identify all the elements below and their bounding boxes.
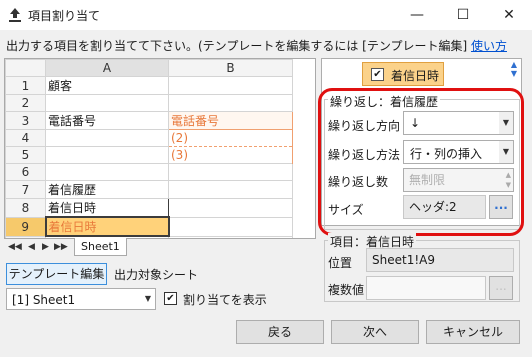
grid-cell[interactable]: 着信履歴: [45, 180, 169, 199]
grid-cell[interactable]: [45, 129, 169, 147]
cancel-button[interactable]: キャンセル: [426, 320, 520, 344]
first-sheet-icon[interactable]: ◀◀: [8, 242, 22, 252]
column-header-b[interactable]: B: [168, 59, 293, 77]
multi-value-button[interactable]: ...: [489, 276, 513, 300]
show-assign-checkbox[interactable]: ✔: [164, 292, 177, 305]
sheet-tabs-bar: ◀◀ ◀ ▶ ▶▶ Sheet1: [4, 238, 316, 258]
grid-corner[interactable]: [5, 59, 46, 77]
item-chip-checkbox[interactable]: ✔: [371, 68, 384, 81]
output-sheet-label: 出力対象シート: [114, 268, 199, 282]
sheet-select-value: [1] Sheet1: [12, 293, 76, 307]
row-header[interactable]: 1: [5, 76, 46, 95]
template-edit-button[interactable]: テンプレート編集: [6, 263, 107, 285]
chevron-down-icon: ▼: [144, 294, 152, 303]
row-header[interactable]: 5: [5, 146, 46, 164]
multi-value-field[interactable]: [366, 276, 486, 300]
position-field[interactable]: Sheet1!A9: [366, 248, 514, 272]
row-header[interactable]: 2: [5, 94, 46, 112]
upload-icon: [8, 7, 22, 23]
grid-cell[interactable]: [168, 216, 293, 237]
grid-cell[interactable]: 顧客: [45, 76, 169, 95]
grid-cell[interactable]: [168, 198, 293, 218]
assigned-cell[interactable]: 電話番号: [168, 111, 293, 130]
check-icon: ✔: [166, 293, 175, 304]
grid-cell[interactable]: [45, 163, 169, 181]
row-header-selected[interactable]: 9: [5, 216, 46, 237]
prev-sheet-icon[interactable]: ◀: [28, 242, 35, 252]
help-link[interactable]: 使い方: [471, 39, 507, 53]
row-header[interactable]: 6: [5, 163, 46, 181]
grid-cell[interactable]: [168, 94, 293, 112]
assigned-cell[interactable]: (3): [168, 146, 293, 164]
row-header[interactable]: 4: [5, 129, 46, 147]
check-icon: ✔: [373, 69, 382, 80]
sheet-tab[interactable]: Sheet1: [74, 238, 127, 256]
grid-cell[interactable]: [168, 180, 293, 199]
item-chip-label: 着信日時: [391, 69, 440, 83]
panel-scroll-arrows[interactable]: ▲ ▼: [508, 60, 520, 90]
item-chip[interactable]: ✔ 着信日時: [362, 62, 444, 86]
back-button[interactable]: 戻る: [236, 320, 324, 344]
selected-cell[interactable]: 着信日時: [44, 216, 170, 237]
maximize-button[interactable]: ☐: [440, 0, 486, 30]
next-button[interactable]: 次へ: [331, 320, 419, 344]
assigned-cell[interactable]: (2): [168, 129, 293, 147]
row-header[interactable]: 8: [5, 198, 46, 218]
column-header-a[interactable]: A: [45, 59, 169, 77]
grid-cell[interactable]: [168, 76, 293, 95]
row-header[interactable]: 3: [5, 111, 46, 130]
grid-cell[interactable]: [45, 146, 169, 164]
grid-cell[interactable]: 電話番号: [45, 111, 169, 130]
grid-cell[interactable]: 着信日時: [45, 198, 169, 218]
show-assign-label: 割り当てを表示: [183, 293, 267, 307]
position-label: 位置: [328, 256, 353, 270]
window-title: 項目割り当て: [28, 9, 101, 23]
multi-value-label: 複数値: [328, 283, 365, 297]
next-sheet-icon[interactable]: ▶: [42, 242, 49, 252]
sheet-select[interactable]: [1] Sheet1 ▼: [6, 288, 156, 310]
row-header[interactable]: 7: [5, 180, 46, 199]
grid-cell[interactable]: [168, 163, 293, 181]
last-sheet-icon[interactable]: ▶▶: [54, 242, 68, 252]
sheet-table: A B 1 顧客 2 3 電話番号 電話番号 4 (2) 5 (3) 6 7 着…: [5, 59, 293, 254]
close-button[interactable]: ✕: [486, 0, 532, 30]
sheet-grid[interactable]: A B 1 顧客 2 3 電話番号 電話番号 4 (2) 5 (3) 6 7 着…: [4, 58, 316, 258]
highlight-outline: [318, 88, 524, 236]
instruction-body: 出力する項目を割り当てて下さい。(テンプレートを編集するには [テンプレート編集…: [6, 39, 471, 53]
grid-cell[interactable]: [45, 94, 169, 112]
minimize-button[interactable]: —: [394, 0, 440, 30]
instruction-text: 出力する項目を割り当てて下さい。(テンプレートを編集するには [テンプレート編集…: [6, 37, 516, 54]
